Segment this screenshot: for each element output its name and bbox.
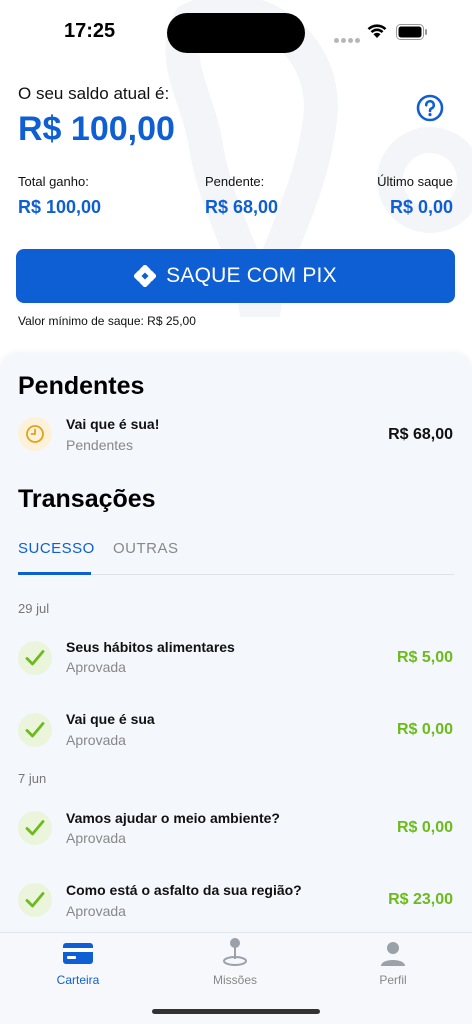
stat-value: R$ 0,00 xyxy=(389,197,453,217)
nav-label: Perfil xyxy=(379,973,407,987)
nav-label: Carteira xyxy=(56,973,100,987)
transaction-status: Aprovada xyxy=(66,659,126,675)
pix-icon xyxy=(134,265,157,287)
tab-other[interactable]: OUTRAS xyxy=(113,540,179,557)
date-label: 29 jul xyxy=(18,601,50,616)
home-indicator xyxy=(152,1009,320,1014)
check-icon xyxy=(18,883,52,917)
transaction-title: Vamos ajudar o meio ambiente? xyxy=(66,810,280,826)
transaction-status: Aprovada xyxy=(66,903,126,919)
pending-item[interactable]: Vai que é sua! Pendentes R$ 68,00 xyxy=(0,410,472,470)
nav-item-wallet[interactable]: Carteira xyxy=(18,933,138,993)
transaction-amount: R$ 23,00 xyxy=(388,891,453,908)
pix-button-label: SAQUE COM PIX xyxy=(166,264,337,287)
transaction-amount: R$ 0,00 xyxy=(396,721,453,738)
transaction-row[interactable]: Vai que é sua Aprovada R$ 0,00 xyxy=(0,704,472,764)
nav-item-missions[interactable]: Missões xyxy=(175,933,295,993)
transactions-title: Transações xyxy=(18,485,156,513)
stat-last-withdrawal: Último saque R$ 0,00 xyxy=(377,174,453,218)
pending-title: Pendentes xyxy=(18,372,145,400)
stat-pending: Pendente: R$ 68,00 xyxy=(205,174,278,218)
stat-label: Pendente: xyxy=(205,174,265,189)
transaction-title: Como está o asfalto da sua região? xyxy=(66,882,302,898)
wallet-icon xyxy=(63,943,93,964)
tab-success[interactable]: SUCESSO xyxy=(18,540,95,557)
help-icon[interactable] xyxy=(416,94,444,122)
balance-value: R$ 100,00 xyxy=(18,110,175,148)
date-label: 7 jun xyxy=(18,771,47,786)
status-time: 17:25 xyxy=(64,20,116,42)
transaction-title: Vai que é sua xyxy=(66,711,155,727)
map-pin-icon xyxy=(223,938,247,966)
stat-label: Total ganho: xyxy=(18,174,89,189)
nav-item-profile[interactable]: Perfil xyxy=(333,933,453,993)
minimum-withdrawal-note: Valor mínimo de saque: R$ 25,00 xyxy=(18,314,196,328)
pending-item-amount: R$ 68,00 xyxy=(388,426,453,443)
stat-total-earned: Total ganho: R$ 100,00 xyxy=(18,174,101,218)
profile-icon xyxy=(381,942,405,966)
stat-value: R$ 68,00 xyxy=(205,197,279,217)
stat-value: R$ 100,00 xyxy=(18,197,102,217)
check-icon xyxy=(18,811,52,845)
check-icon xyxy=(18,713,52,747)
transaction-amount: R$ 5,00 xyxy=(396,649,453,666)
tab-active-indicator xyxy=(18,572,91,575)
transaction-title: Seus hábitos alimentares xyxy=(66,639,235,655)
transaction-status: Aprovada xyxy=(66,732,126,748)
status-bar: 17:25 xyxy=(0,0,472,64)
pending-item-title: Vai que é sua! xyxy=(66,416,160,432)
check-icon xyxy=(18,641,52,675)
signal-icon xyxy=(334,30,362,48)
wifi-icon xyxy=(367,24,387,38)
transaction-row[interactable]: Seus hábitos alimentares Aprovada R$ 5,0… xyxy=(0,632,472,692)
nav-label: Missões xyxy=(212,973,257,987)
clock-icon xyxy=(18,417,52,451)
balance-label: O seu saldo atual é: xyxy=(18,84,170,103)
dynamic-island xyxy=(167,13,305,53)
transaction-status: Aprovada xyxy=(66,830,126,846)
transaction-amount: R$ 0,00 xyxy=(396,819,453,836)
battery-icon xyxy=(396,24,427,40)
transaction-row[interactable]: Vamos ajudar o meio ambiente? Aprovada R… xyxy=(0,802,472,862)
stat-label: Último saque xyxy=(377,174,453,189)
transaction-row[interactable]: Como está o asfalto da sua região? Aprov… xyxy=(0,874,472,934)
pending-item-status: Pendentes xyxy=(66,437,133,453)
pix-withdraw-button[interactable]: SAQUE COM PIX xyxy=(16,249,455,303)
